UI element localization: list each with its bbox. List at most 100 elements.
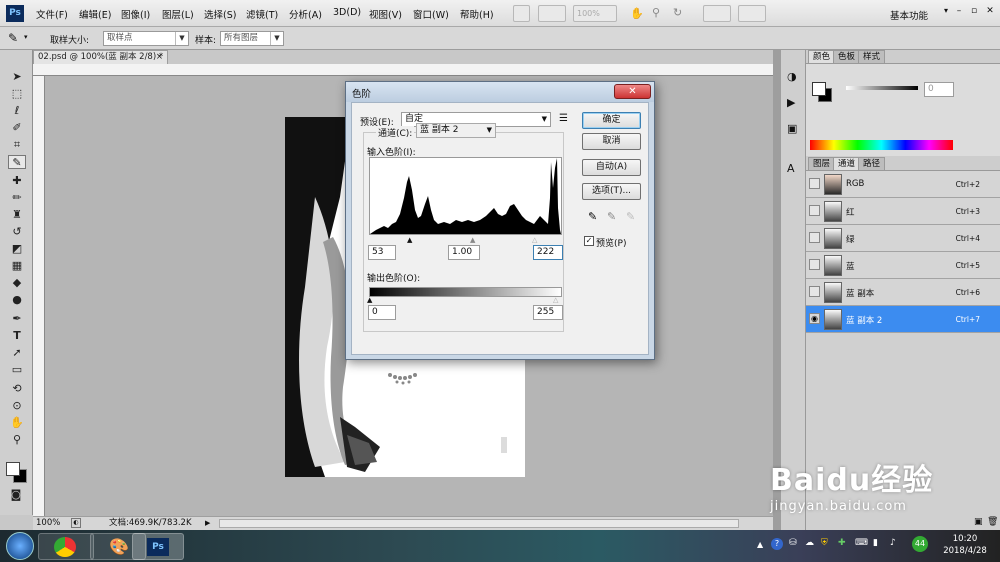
sample-select[interactable]: 所有图层 ▼ — [220, 31, 284, 46]
menu-help[interactable]: 帮助(H) — [460, 7, 494, 21]
menu-layer[interactable]: 图层(L) — [162, 7, 194, 21]
volume-icon[interactable]: ♪ — [890, 538, 896, 548]
output-black-field[interactable]: 0 — [368, 305, 396, 320]
rotate-view-icon[interactable]: ↻ — [673, 6, 682, 19]
output-black-slider-icon[interactable]: ▲ — [367, 296, 372, 304]
close-tab-icon[interactable]: × — [156, 51, 163, 64]
tab-styles[interactable]: 样式 — [858, 50, 886, 63]
menu-analysis[interactable]: 分析(A) — [289, 7, 322, 21]
eraser-tool-icon[interactable]: ◩ — [8, 242, 26, 256]
tool-preset-chevron-icon[interactable]: ▾ — [24, 33, 28, 41]
zoom-icon[interactable]: ⚲ — [652, 6, 660, 19]
hand-icon[interactable]: ✋ — [630, 7, 644, 20]
restore-icon[interactable]: ▫ — [966, 6, 982, 16]
security-icon[interactable]: ✚ — [838, 538, 846, 548]
network-icon[interactable]: ⛁ — [789, 538, 797, 548]
delete-channel-icon[interactable]: 🗑 — [987, 517, 998, 527]
input-black-field[interactable]: 53 — [368, 245, 396, 260]
visibility-toggle-icon[interactable] — [809, 205, 820, 216]
color-fg-swatch[interactable] — [812, 82, 826, 96]
menu-window[interactable]: 窗口(W) — [413, 7, 449, 21]
lasso-tool-icon[interactable]: ℓ — [8, 104, 26, 118]
signal-icon[interactable]: ▮ — [873, 538, 878, 548]
visibility-toggle-icon[interactable] — [809, 259, 820, 270]
quick-mask-icon[interactable]: ◙ — [7, 488, 25, 502]
document-tab[interactable]: 02.psd @ 100%(蓝 副本 2/8) * × — [33, 50, 168, 64]
auto-button[interactable]: 自动(A) — [582, 159, 641, 176]
cancel-button[interactable]: 取消 — [582, 133, 641, 150]
eyedropper-tool-icon[interactable]: ✎ — [8, 155, 26, 169]
menu-image[interactable]: 图像(I) — [121, 7, 150, 21]
hand-tool-icon[interactable]: ✋ — [8, 416, 26, 430]
keyboard-icon[interactable]: ⌨ — [855, 538, 868, 548]
taskbar-photoshop[interactable]: Ps — [132, 533, 184, 560]
help-icon[interactable]: ? — [771, 538, 783, 550]
tray-expand-icon[interactable]: ▲ — [757, 540, 763, 549]
visibility-toggle-icon[interactable] — [809, 232, 820, 243]
gray-value-field[interactable]: 0 — [924, 82, 954, 97]
visibility-toggle-icon[interactable] — [809, 286, 820, 297]
cloud-icon[interactable]: ☁ — [805, 538, 814, 548]
black-point-eyedropper-icon[interactable]: ✎ — [588, 210, 597, 223]
status-arrow-icon[interactable]: ▶ — [205, 517, 210, 530]
ok-button[interactable]: 确定 — [582, 112, 641, 129]
quick-select-tool-icon[interactable]: ✐ — [8, 121, 26, 135]
type-tool-icon[interactable]: T — [8, 329, 26, 343]
menu-3d[interactable]: 3D(D) — [333, 7, 361, 18]
color-panel-icon[interactable]: ◑ — [787, 70, 797, 83]
gray-point-eyedropper-icon[interactable]: ✎ — [607, 210, 616, 223]
tab-color[interactable]: 颜色 — [808, 50, 836, 63]
adjustments-panel-icon[interactable]: ▶ — [787, 96, 795, 109]
workspace-switcher[interactable]: 基本功能 — [890, 8, 928, 22]
input-white-field[interactable]: 222 — [533, 245, 563, 260]
input-gamma-field[interactable]: 1.00 — [448, 245, 480, 260]
input-white-slider-icon[interactable]: △ — [532, 236, 537, 244]
view-extras-icon[interactable] — [538, 5, 566, 22]
tab-paths[interactable]: 路径 — [858, 157, 886, 170]
status-menu-icon[interactable]: ◐ — [71, 518, 81, 528]
gradient-tool-icon[interactable]: ▦ — [8, 259, 26, 273]
menu-edit[interactable]: 编辑(E) — [79, 7, 111, 21]
ps-logo[interactable]: Ps — [6, 5, 24, 22]
crop-tool-icon[interactable]: ⌗ — [8, 138, 26, 152]
taskbar-chrome[interactable] — [38, 533, 94, 560]
chevron-down-icon[interactable]: ▾ — [944, 6, 948, 15]
history-brush-tool-icon[interactable]: ↺ — [8, 225, 26, 239]
blur-tool-icon[interactable]: ◆ — [8, 276, 26, 290]
menu-filter[interactable]: 滤镜(T) — [246, 7, 278, 21]
foreground-color-swatch[interactable] — [6, 462, 20, 476]
output-white-slider-icon[interactable]: △ — [553, 296, 558, 304]
options-button[interactable]: 选项(T)... — [582, 183, 641, 200]
channel-row-blue-copy[interactable]: 蓝 副本 Ctrl+6 — [806, 279, 1000, 306]
shape-tool-icon[interactable]: ▭ — [8, 363, 26, 377]
input-gamma-slider-icon[interactable]: ▲ — [470, 236, 475, 244]
3d-orbit-tool-icon[interactable]: ⊙ — [8, 399, 26, 413]
preview-checkbox[interactable]: ✓ — [584, 236, 594, 246]
eye-icon[interactable]: ◉ — [809, 313, 820, 324]
preset-options-icon[interactable]: ☰ — [559, 113, 568, 124]
clock[interactable]: 10:20 2018/4/28 — [940, 533, 990, 557]
tab-swatches[interactable]: 色板 — [833, 50, 861, 63]
channel-row-blue-copy-2[interactable]: ◉ 蓝 副本 2 Ctrl+7 — [806, 306, 1000, 333]
sample-size-select[interactable]: 取样点 ▼ — [103, 31, 189, 46]
path-select-tool-icon[interactable]: ➚ — [8, 346, 26, 360]
eyedropper-tool-icon[interactable]: ✎ — [8, 31, 18, 45]
healing-brush-tool-icon[interactable]: ✚ — [8, 174, 26, 188]
channel-select[interactable]: 蓝 副本 2 ▼ — [416, 123, 496, 138]
channel-row-green[interactable]: 绿 Ctrl+4 — [806, 225, 1000, 252]
input-black-slider-icon[interactable]: ▲ — [407, 236, 412, 244]
menu-select[interactable]: 选择(S) — [204, 7, 236, 21]
output-white-field[interactable]: 255 — [533, 305, 563, 320]
clone-stamp-tool-icon[interactable]: ♜ — [8, 208, 26, 222]
masks-panel-icon[interactable]: ▣ — [787, 122, 797, 135]
zoom-tool-icon[interactable]: ⚲ — [8, 433, 26, 447]
menu-view[interactable]: 视图(V) — [369, 7, 402, 21]
horizontal-scrollbar[interactable] — [219, 519, 739, 528]
3d-rotate-tool-icon[interactable]: ⟲ — [8, 382, 26, 396]
gray-slider[interactable] — [846, 86, 918, 90]
dialog-close-button[interactable]: ✕ — [614, 84, 651, 99]
arrange-documents-icon[interactable] — [703, 5, 731, 22]
tab-layers[interactable]: 图层 — [808, 157, 836, 170]
bridge-icon[interactable] — [513, 5, 530, 22]
minimize-icon[interactable]: – — [951, 6, 967, 16]
